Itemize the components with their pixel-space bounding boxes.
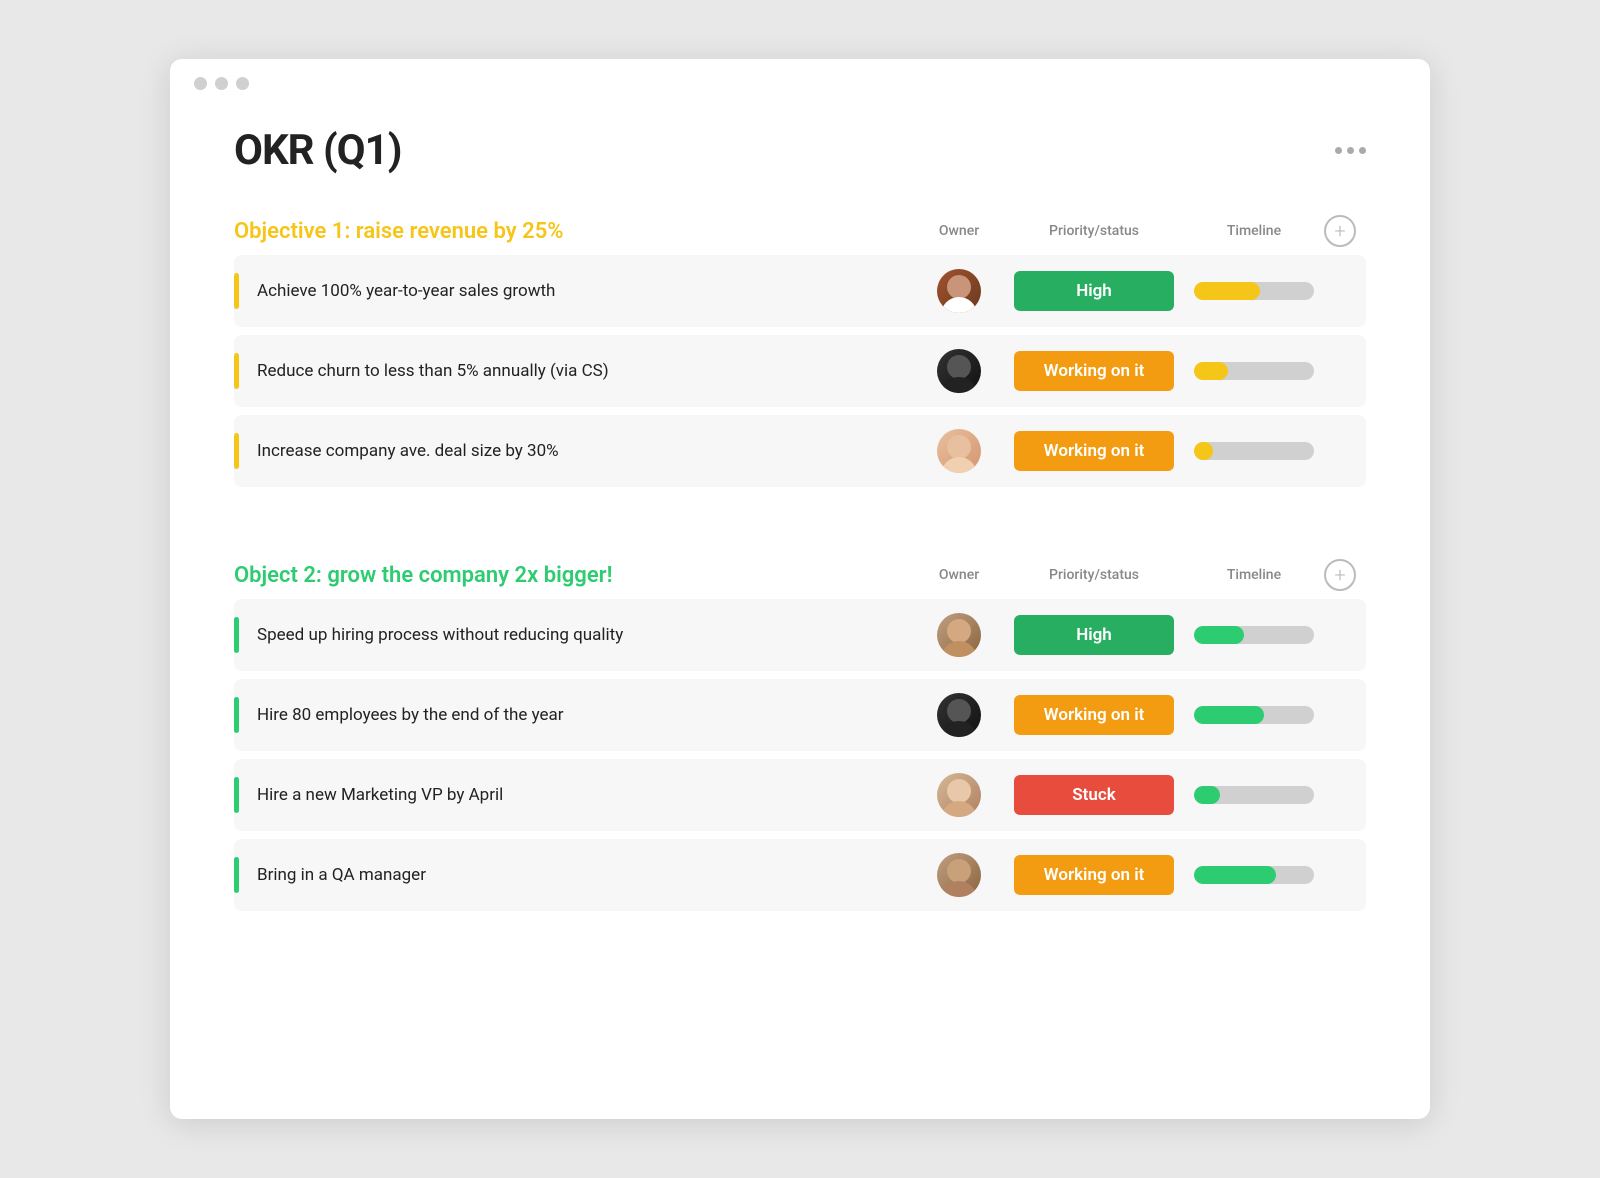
status-badge[interactable]: Stuck — [1014, 775, 1174, 815]
timeline-bar — [1194, 282, 1314, 300]
task-bar — [234, 777, 239, 813]
obj1-col-headers: Objective 1: raise revenue by 25% Owner … — [234, 215, 1366, 247]
task-label: Hire a new Marketing VP by April — [257, 785, 914, 805]
avatar — [937, 853, 981, 897]
priority-cell: High — [1004, 271, 1184, 311]
task-bar — [234, 353, 239, 389]
obj2-timeline-header: Timeline — [1184, 567, 1324, 583]
table-row: Increase company ave. deal size by 30% W… — [234, 415, 1366, 487]
titlebar — [170, 59, 1430, 90]
obj1-owner-header: Owner — [914, 223, 1004, 239]
timeline-cell — [1184, 362, 1324, 380]
task-label: Speed up hiring process without reducing… — [257, 625, 914, 645]
avatar — [937, 773, 981, 817]
status-badge[interactable]: High — [1014, 271, 1174, 311]
window-dot-2 — [215, 77, 228, 90]
owner-cell — [914, 349, 1004, 393]
obj2-title: Object 2: grow the company 2x bigger! — [234, 563, 612, 588]
table-row: Reduce churn to less than 5% annually (v… — [234, 335, 1366, 407]
priority-cell: Working on it — [1004, 855, 1184, 895]
task-bar — [234, 617, 239, 653]
timeline-bar — [1194, 786, 1314, 804]
table-row: Hire 80 employees by the end of the year… — [234, 679, 1366, 751]
obj1-title: Objective 1: raise revenue by 25% — [234, 219, 564, 244]
page-header: OKR (Q1) — [170, 90, 1430, 175]
obj2-priority-header: Priority/status — [1004, 567, 1184, 583]
owner-cell — [914, 269, 1004, 313]
task-bar — [234, 697, 239, 733]
owner-cell — [914, 613, 1004, 657]
owner-cell — [914, 693, 1004, 737]
table-row: Hire a new Marketing VP by April Stuck — [234, 759, 1366, 831]
priority-cell: Stuck — [1004, 775, 1184, 815]
priority-cell: Working on it — [1004, 431, 1184, 471]
obj2-add-button[interactable]: + — [1324, 559, 1356, 591]
objective-1-section: Objective 1: raise revenue by 25% Owner … — [170, 175, 1430, 487]
obj2-col-headers: Object 2: grow the company 2x bigger! Ow… — [234, 559, 1366, 591]
priority-cell: High — [1004, 615, 1184, 655]
owner-cell — [914, 853, 1004, 897]
timeline-cell — [1184, 866, 1324, 884]
timeline-cell — [1184, 786, 1324, 804]
task-bar — [234, 273, 239, 309]
task-bar — [234, 433, 239, 469]
task-label: Bring in a QA manager — [257, 865, 914, 885]
avatar — [937, 429, 981, 473]
page-title: OKR (Q1) — [234, 126, 402, 175]
timeline-bar — [1194, 706, 1314, 724]
objective-2-section: Object 2: grow the company 2x bigger! Ow… — [170, 519, 1430, 911]
window-dot-1 — [194, 77, 207, 90]
obj1-priority-header: Priority/status — [1004, 223, 1184, 239]
table-row: Achieve 100% year-to-year sales growth H… — [234, 255, 1366, 327]
timeline-cell — [1184, 282, 1324, 300]
table-row: Speed up hiring process without reducing… — [234, 599, 1366, 671]
status-badge[interactable]: High — [1014, 615, 1174, 655]
app-window: OKR (Q1) Objective 1: raise revenue by 2… — [170, 59, 1430, 1119]
timeline-bar — [1194, 362, 1314, 380]
timeline-cell — [1184, 626, 1324, 644]
more-dot-3 — [1359, 147, 1366, 154]
table-row: Bring in a QA manager Working on it — [234, 839, 1366, 911]
more-dot-2 — [1347, 147, 1354, 154]
avatar — [937, 349, 981, 393]
status-badge[interactable]: Working on it — [1014, 351, 1174, 391]
timeline-cell — [1184, 442, 1324, 460]
task-label: Hire 80 employees by the end of the year — [257, 705, 914, 725]
more-options-button[interactable] — [1335, 147, 1366, 154]
obj2-owner-header: Owner — [914, 567, 1004, 583]
obj1-add-button[interactable]: + — [1324, 215, 1356, 247]
task-label: Reduce churn to less than 5% annually (v… — [257, 361, 914, 381]
timeline-bar — [1194, 442, 1314, 460]
task-bar — [234, 857, 239, 893]
owner-cell — [914, 773, 1004, 817]
task-label: Increase company ave. deal size by 30% — [257, 441, 914, 461]
priority-cell: Working on it — [1004, 351, 1184, 391]
timeline-bar — [1194, 626, 1314, 644]
timeline-cell — [1184, 706, 1324, 724]
avatar — [937, 613, 981, 657]
timeline-bar — [1194, 866, 1314, 884]
more-dot-1 — [1335, 147, 1342, 154]
avatar — [937, 693, 981, 737]
owner-cell — [914, 429, 1004, 473]
obj1-timeline-header: Timeline — [1184, 223, 1324, 239]
avatar — [937, 269, 981, 313]
priority-cell: Working on it — [1004, 695, 1184, 735]
status-badge[interactable]: Working on it — [1014, 431, 1174, 471]
status-badge[interactable]: Working on it — [1014, 855, 1174, 895]
task-label: Achieve 100% year-to-year sales growth — [257, 281, 914, 301]
status-badge[interactable]: Working on it — [1014, 695, 1174, 735]
window-dot-3 — [236, 77, 249, 90]
